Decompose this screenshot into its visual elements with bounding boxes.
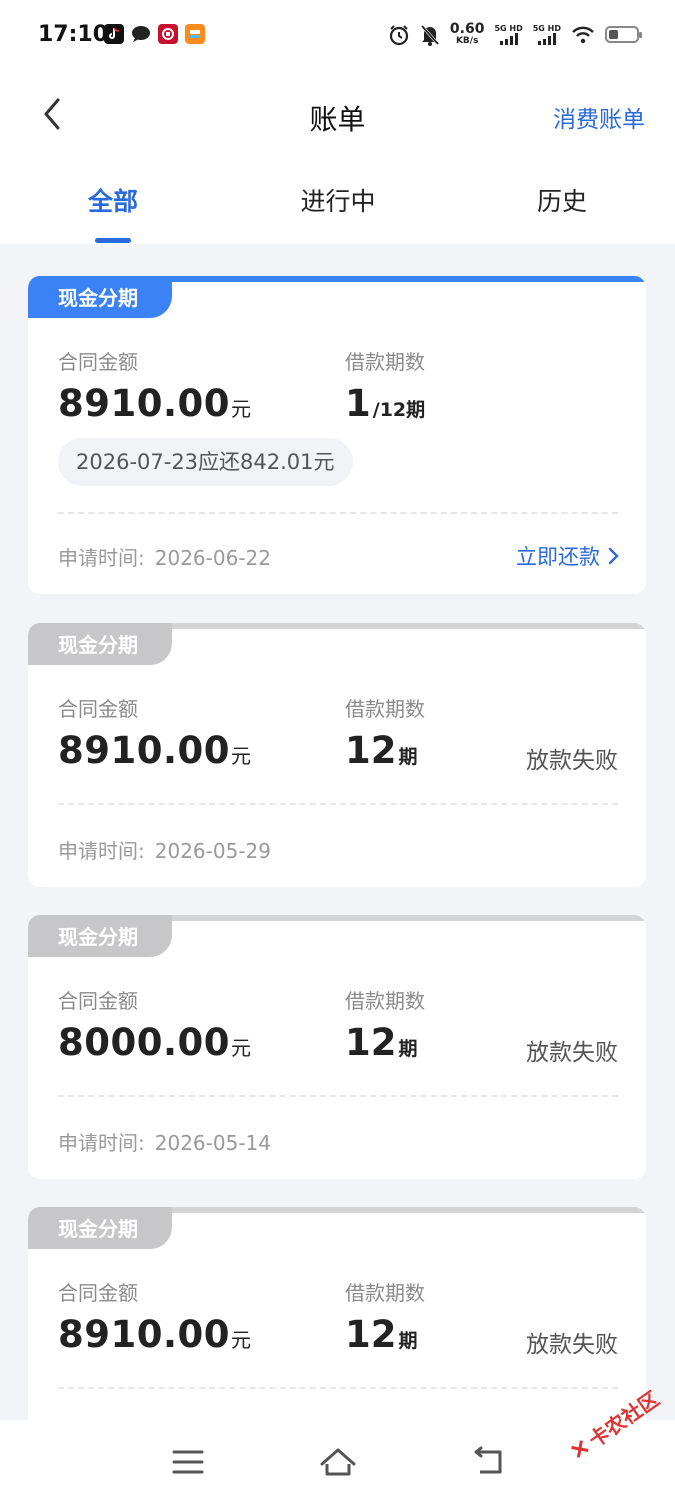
card-tag: 现金分期 [28, 276, 172, 318]
contract-amount: 8910.00元 [58, 1313, 252, 1356]
status-time: 17:10 [38, 22, 109, 47]
home-icon[interactable] [318, 1442, 358, 1482]
bill-card[interactable]: 现金分期 合同金额 借款期数 8910.00元 1/12期 2026-07-23… [28, 276, 646, 594]
loan-term: 1/12期 [345, 382, 426, 425]
card-tag: 现金分期 [28, 623, 172, 665]
message-icon [131, 24, 151, 44]
card-tag: 现金分期 [28, 915, 172, 957]
loan-term: 12 期 [345, 1313, 418, 1356]
bill-card[interactable]: 现金分期 合同金额 借款期数 8910.00元 12 期 放款失败 申请时间: 20… [28, 623, 646, 887]
signal-sim1: 5G HD [494, 24, 523, 45]
term-label: 借款期数 [345, 697, 425, 721]
apply-time: 申请时间: 2026-05-29 [58, 839, 271, 863]
tiktok-icon [104, 24, 124, 44]
signal-sim2: 5G HD [533, 24, 561, 45]
loan-term: 12 期 [345, 729, 418, 772]
back-icon[interactable] [468, 1442, 508, 1482]
divider [58, 803, 618, 805]
wifi-icon [572, 26, 594, 43]
amount-label: 合同金额 [58, 697, 138, 721]
signal-bars-icon [499, 33, 518, 45]
amount-label: 合同金额 [58, 1281, 138, 1305]
consumption-bill-link[interactable]: 消费账单 [553, 100, 645, 134]
due-notice: 2026-07-23应还842.01元 [58, 438, 353, 486]
status-right: 0.60 KB/s 5G HD 5G HD [388, 21, 642, 47]
term-label: 借款期数 [345, 350, 425, 374]
mute-bell-icon [420, 24, 440, 46]
bill-page: 17:10 0.60 KB/s 5G HD 5G HD 账单 消费账单 全部 进… [0, 0, 675, 1500]
contract-amount: 8910.00元 [58, 729, 252, 772]
apply-time: 申请时间: 2026-06-22 [58, 546, 271, 570]
status-bar: 17:10 0.60 KB/s 5G HD 5G HD [0, 0, 675, 72]
tab-in-progress[interactable]: 进行中 [268, 182, 408, 218]
signal-bars-icon [537, 33, 556, 45]
tab-all[interactable]: 全部 [43, 182, 183, 218]
loan-status: 放款失败 [526, 748, 618, 774]
loan-status: 放款失败 [526, 1332, 618, 1358]
active-tab-indicator [95, 238, 131, 243]
contract-amount: 8000.00元 [58, 1021, 252, 1064]
divider [58, 1095, 618, 1097]
bill-card[interactable]: 现金分期 合同金额 借款期数 8000.00元 12 期 放款失败 申请时间: 20… [28, 915, 646, 1179]
notification-icons [104, 24, 205, 44]
tab-history[interactable]: 历史 [492, 182, 632, 218]
divider [58, 512, 618, 514]
tab-bar: 全部 进行中 历史 [0, 160, 675, 244]
battery-icon [605, 26, 642, 43]
shopping-app-icon [185, 24, 205, 44]
system-nav-bar [0, 1420, 675, 1500]
term-label: 借款期数 [345, 989, 425, 1013]
nav-bar: 账单 消费账单 [0, 72, 675, 160]
amount-label: 合同金额 [58, 350, 138, 374]
apply-time: 申请时间: 2026-05-14 [58, 1131, 271, 1155]
divider [58, 1387, 618, 1389]
alarm-icon [389, 24, 409, 45]
bank-app-icon [158, 24, 178, 44]
term-label: 借款期数 [345, 1281, 425, 1305]
loan-status: 放款失败 [526, 1040, 618, 1066]
chevron-right-icon [608, 547, 619, 565]
card-tag: 现金分期 [28, 1207, 172, 1249]
contract-amount: 8910.00元 [58, 382, 252, 425]
repay-now-button[interactable]: 立即还款 [516, 541, 620, 571]
amount-label: 合同金额 [58, 989, 138, 1013]
network-speed: 0.60 KB/s [449, 21, 485, 46]
loan-term: 12 期 [345, 1021, 418, 1064]
menu-icon[interactable] [168, 1442, 208, 1482]
